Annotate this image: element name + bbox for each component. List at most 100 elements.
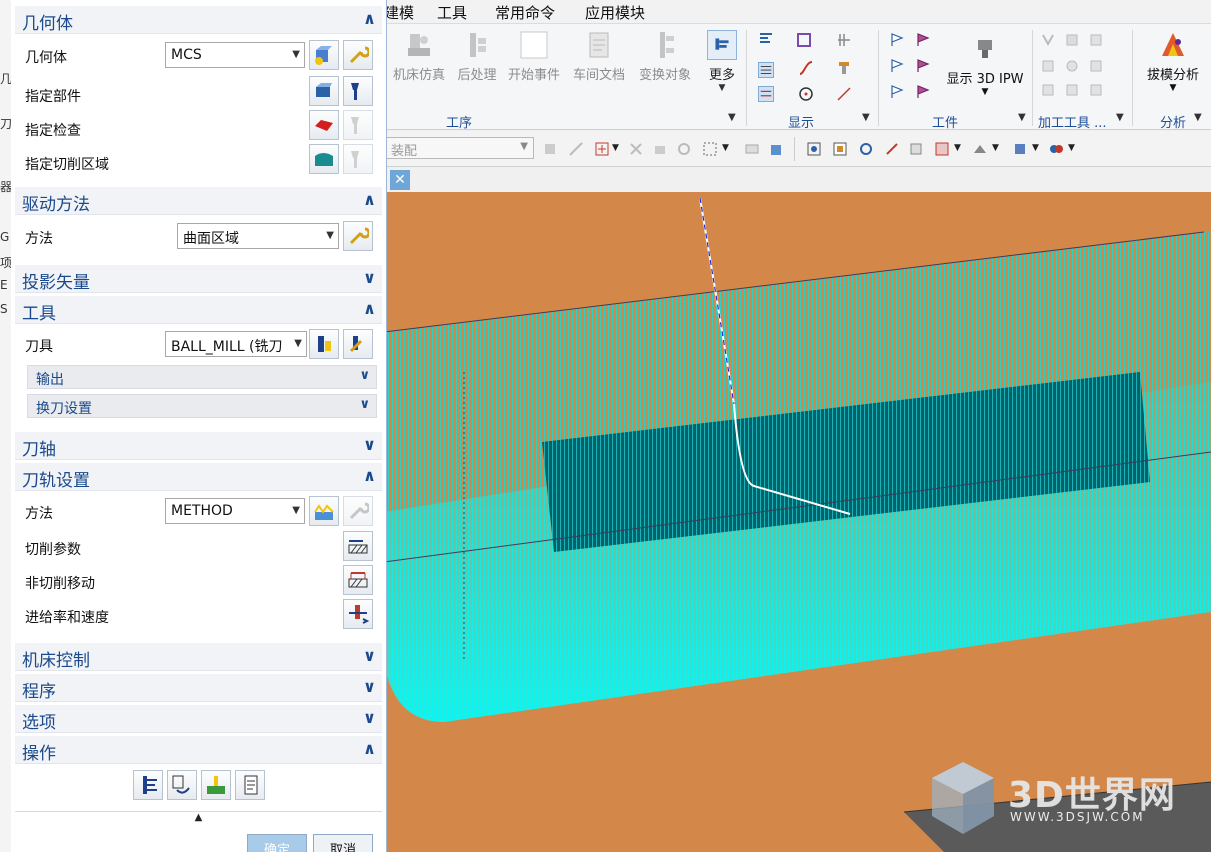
- render-style-icon[interactable]: [934, 141, 950, 157]
- zoom-window-icon[interactable]: [832, 141, 848, 157]
- show-check-button[interactable]: [343, 110, 373, 140]
- menu-item-tools[interactable]: 工具: [437, 2, 467, 23]
- graphics-viewport[interactable]: 3D世界网 WWW.3DSJW.COM: [384, 192, 1211, 852]
- geometry-dropdown[interactable]: MCS ▼: [165, 42, 305, 68]
- display-grid-icon[interactable]: [836, 32, 852, 48]
- snap-point-icon[interactable]: [594, 141, 610, 157]
- edit-drive-method-button[interactable]: [343, 221, 373, 251]
- section-header-path-settings[interactable]: 刀轨设置 ∧: [15, 463, 382, 491]
- edge-display-icon[interactable]: [972, 141, 988, 157]
- section-header-tool[interactable]: 工具 ∧: [15, 296, 382, 324]
- display-options-icon[interactable]: [796, 32, 812, 48]
- assembly-filter-select[interactable]: 装配 ▼: [386, 137, 534, 159]
- path-method-dropdown[interactable]: METHOD ▼: [165, 498, 305, 524]
- specify-check-button[interactable]: [309, 110, 339, 140]
- menu-item-modeling[interactable]: 建模: [384, 2, 414, 23]
- new-method-button[interactable]: [309, 496, 339, 526]
- new-geometry-button[interactable]: [309, 40, 339, 70]
- menu-item-applications[interactable]: 应用模块: [585, 2, 645, 23]
- color-palette-icon[interactable]: [1048, 141, 1064, 157]
- workpiece-flag-icon-1[interactable]: [890, 32, 906, 48]
- chevron-down-icon[interactable]: ▼: [612, 143, 619, 153]
- machining-group-expand-icon[interactable]: ▼: [1116, 112, 1124, 123]
- select-part-icon[interactable]: [542, 141, 558, 157]
- cut-params-button[interactable]: [343, 531, 373, 561]
- section-header-projection-vector[interactable]: 投影矢量 ∨: [15, 265, 382, 293]
- machining-tool-icon-7[interactable]: [1040, 82, 1056, 98]
- postprocess-button[interactable]: 后处理: [452, 30, 502, 83]
- more-button[interactable]: 更多 ▼: [702, 30, 742, 93]
- edit-method-button[interactable]: [343, 496, 373, 526]
- machining-tool-icon-9[interactable]: [1088, 82, 1104, 98]
- section-header-drive-method[interactable]: 驱动方法 ∧: [15, 187, 382, 215]
- non-cut-moves-button[interactable]: [343, 565, 373, 595]
- display-toolpath-icon[interactable]: [758, 32, 774, 48]
- subsection-output[interactable]: 输出 ∨: [27, 365, 377, 389]
- new-tool-button[interactable]: [309, 329, 339, 359]
- workpiece-flag-icon-2[interactable]: [916, 32, 932, 48]
- show-part-button[interactable]: [343, 76, 373, 106]
- workpiece-group-expand-icon[interactable]: ▼: [1018, 112, 1026, 123]
- tool-dropdown[interactable]: BALL_MILL (铣刀 ▼: [165, 331, 307, 357]
- draft-analysis-button[interactable]: 拔模分析 ▼: [1140, 30, 1206, 93]
- workpiece-flag-icon-5[interactable]: [890, 84, 906, 100]
- workpiece-flag-icon-4[interactable]: [916, 58, 932, 74]
- select-all-icon[interactable]: [676, 141, 692, 157]
- view-shaded-icon[interactable]: [744, 141, 760, 157]
- select-feature-icon[interactable]: [628, 141, 644, 157]
- fit-view-icon[interactable]: [806, 141, 822, 157]
- machining-tool-icon-6[interactable]: [1088, 58, 1104, 74]
- verify-button[interactable]: [201, 770, 231, 800]
- ok-button[interactable]: 确定: [247, 834, 307, 852]
- list-button[interactable]: [235, 770, 265, 800]
- display-hatch-icon[interactable]: [758, 86, 774, 102]
- cancel-button[interactable]: 取消: [313, 834, 373, 852]
- specify-cut-area-button[interactable]: [309, 144, 339, 174]
- machining-tool-icon-8[interactable]: [1064, 82, 1080, 98]
- display-section-icon[interactable]: [758, 62, 774, 78]
- rotate-icon[interactable]: [858, 141, 874, 157]
- section-header-program[interactable]: 程序 ∨: [15, 674, 382, 702]
- display-vector-icon[interactable]: [836, 86, 852, 102]
- group-expand-icon[interactable]: ▼: [728, 112, 736, 123]
- subsection-tool-change[interactable]: 换刀设置 ∨: [27, 394, 377, 418]
- pan-icon[interactable]: [884, 141, 900, 157]
- section-header-machine-control[interactable]: 机床控制 ∨: [15, 643, 382, 671]
- machining-tool-icon-2[interactable]: [1064, 32, 1080, 48]
- menu-item-common-commands[interactable]: 常用命令: [495, 2, 555, 23]
- machining-tool-icon-3[interactable]: [1088, 32, 1104, 48]
- chevron-down-icon[interactable]: ▼: [992, 143, 999, 153]
- machine-simulation-button[interactable]: 机床仿真: [388, 30, 450, 83]
- shop-documentation-button[interactable]: 车间文档: [568, 30, 630, 83]
- transform-object-button[interactable]: 变换对象: [634, 30, 696, 83]
- display-tool-icon[interactable]: [836, 60, 852, 76]
- machining-tool-icon-1[interactable]: [1040, 32, 1056, 48]
- machining-tool-icon-4[interactable]: [1040, 58, 1056, 74]
- display-point-icon[interactable]: [798, 86, 814, 102]
- feeds-speeds-button[interactable]: [343, 599, 373, 629]
- machining-tool-icon-5[interactable]: [1064, 58, 1080, 74]
- analysis-group-expand-icon[interactable]: ▼: [1194, 112, 1202, 123]
- select-edge-icon[interactable]: [568, 141, 584, 157]
- workpiece-flag-icon-3[interactable]: [890, 58, 906, 74]
- orient-view-icon[interactable]: [908, 141, 924, 157]
- collapse-dialog-icon[interactable]: ▲: [15, 811, 382, 827]
- chevron-down-icon[interactable]: ▼: [1032, 143, 1039, 153]
- drive-method-dropdown[interactable]: 曲面区域 ▼: [177, 223, 339, 249]
- workpiece-flag-icon-6[interactable]: [916, 84, 932, 100]
- edit-geometry-button[interactable]: [343, 40, 373, 70]
- display-group-expand-icon[interactable]: ▼: [862, 112, 870, 123]
- section-header-geometry[interactable]: 几何体 ∧: [15, 6, 382, 34]
- show-cut-area-button[interactable]: [343, 144, 373, 174]
- display-curve-icon[interactable]: [798, 60, 814, 76]
- start-event-button[interactable]: 开始事件: [504, 30, 564, 83]
- specify-part-button[interactable]: [309, 76, 339, 106]
- box-select-icon[interactable]: [702, 141, 718, 157]
- generate-button[interactable]: [133, 770, 163, 800]
- section-header-options[interactable]: 选项 ∨: [15, 705, 382, 733]
- replay-button[interactable]: [167, 770, 197, 800]
- select-body-icon[interactable]: [652, 141, 668, 157]
- shaded-cube-icon[interactable]: [1012, 141, 1028, 157]
- section-header-actions[interactable]: 操作 ∧: [15, 736, 382, 764]
- section-header-tool-axis[interactable]: 刀轴 ∨: [15, 432, 382, 460]
